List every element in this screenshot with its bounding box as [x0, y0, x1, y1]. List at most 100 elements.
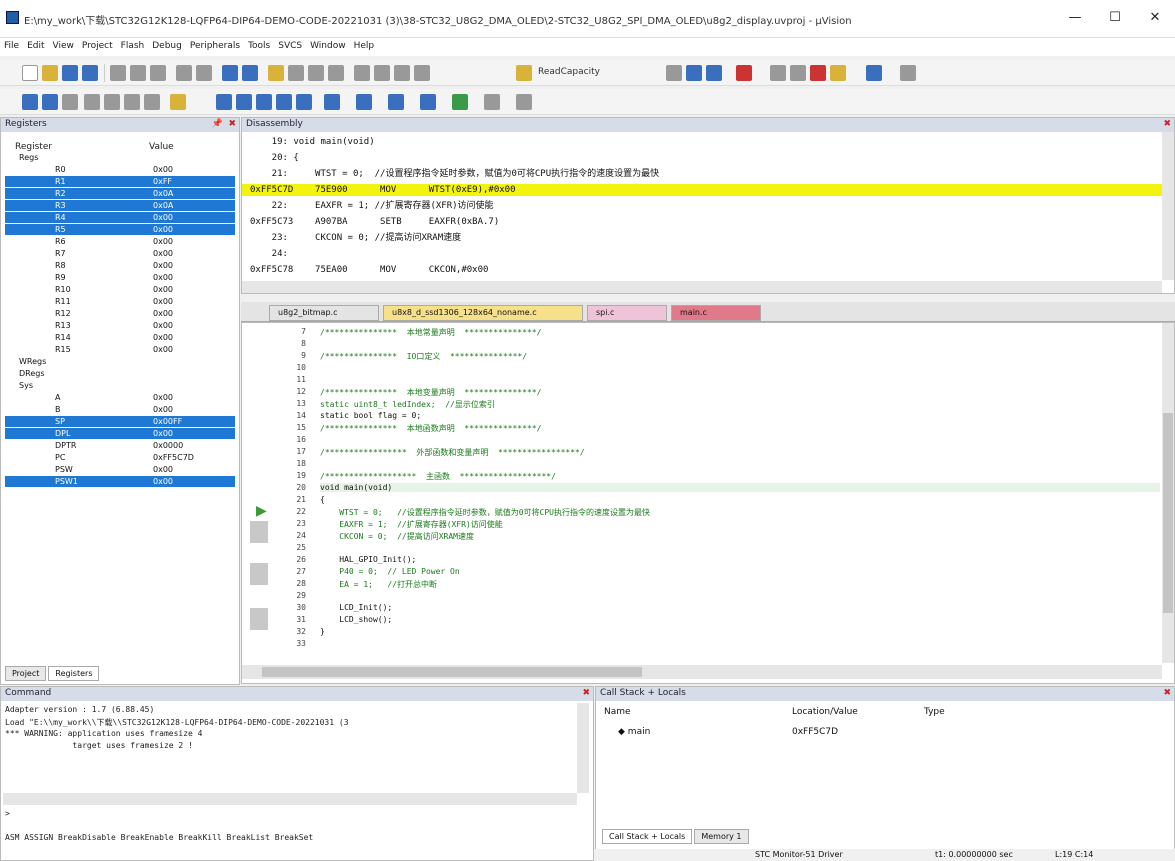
source-editor[interactable]: ▶ 7 /*************** 本地常量声明 *************… [241, 322, 1175, 684]
copy-icon[interactable] [130, 65, 146, 81]
register-row[interactable]: DPTR 0x0000 [5, 440, 235, 451]
expand-icon[interactable]: ◆ [618, 727, 628, 737]
register-row[interactable]: R0 0x00 [5, 164, 235, 175]
settings-icon[interactable] [900, 65, 916, 81]
enable-breakpoint-icon[interactable] [790, 65, 806, 81]
register-value[interactable]: 0x00 [153, 332, 173, 343]
register-value[interactable]: 0x0A [153, 200, 173, 211]
show-next-statement-icon[interactable] [170, 94, 186, 110]
disassembly-line[interactable]: 19: void main(void) [242, 136, 1174, 148]
register-value[interactable]: 0x00 [153, 344, 173, 355]
nav-forward-icon[interactable] [242, 65, 258, 81]
register-row[interactable]: R8 0x00 [5, 260, 235, 271]
pin-icon[interactable]: 📌 [212, 119, 223, 129]
watch-window-icon[interactable] [324, 94, 340, 110]
insert-breakpoint-icon[interactable] [770, 65, 786, 81]
trace-window-icon[interactable] [452, 94, 468, 110]
register-row[interactable]: R14 0x00 [5, 332, 235, 343]
register-value[interactable]: 0x00 [153, 464, 173, 475]
menu-peripherals[interactable]: Peripherals [186, 38, 244, 54]
code-line[interactable]: /*************** 本地函数声明 ***************/ [320, 423, 541, 434]
register-row[interactable]: R13 0x00 [5, 320, 235, 331]
menu-file[interactable]: File [0, 38, 23, 54]
disassembly-window-icon[interactable] [236, 94, 252, 110]
clear-bookmarks-icon[interactable] [328, 65, 344, 81]
register-value[interactable]: 0x0A [153, 188, 173, 199]
tab-registers[interactable]: Registers [48, 666, 100, 681]
register-row[interactable]: R10 0x00 [5, 284, 235, 295]
menu-edit[interactable]: Edit [23, 38, 48, 54]
undo-icon[interactable] [176, 65, 192, 81]
stop-icon[interactable] [62, 94, 78, 110]
disassembly-line[interactable]: 22: EAXFR = 1; //扩展寄存器(XFR)访问使能 [242, 200, 1174, 212]
disassembly-line[interactable]: 21: WTST = 0; //设置程序指令延时参数，赋值为0可将CPU执行指令… [242, 168, 1174, 180]
code-line[interactable]: HAL_GPIO_Init(); [320, 555, 416, 564]
close-panel-icon[interactable]: ✖ [1163, 119, 1171, 129]
config-icon[interactable] [686, 65, 702, 81]
code-line[interactable]: LCD_show(); [320, 615, 392, 624]
code-line[interactable]: LCD_Init(); [320, 603, 392, 612]
unindent-icon[interactable] [374, 65, 390, 81]
tab-u8x8-ssd1306[interactable]: u8x8_d_ssd1306_128x64_noname.c [383, 305, 583, 321]
debug-window-icon[interactable] [666, 65, 682, 81]
name-column-header[interactable]: Name [604, 707, 631, 717]
current-instruction-line[interactable]: 0xFF5C7D 75E900 MOV WTST(0xE9),#0x00 [242, 184, 1174, 196]
code-line[interactable]: /*************** 本地常量声明 ***************/ [320, 327, 541, 338]
register-row[interactable]: R5 0x00 [5, 224, 235, 235]
register-value[interactable]: 0x00 [153, 320, 173, 331]
close-panel-icon[interactable]: ✖ [1163, 688, 1171, 698]
disassembly-line[interactable]: 20: { [242, 152, 1174, 164]
tab-call-stack-locals[interactable]: Call Stack + Locals Memory 1 [602, 829, 751, 844]
register-row[interactable]: PSW1 0x00 [5, 476, 235, 487]
code-line[interactable]: WTST = 0; //设置程序指令延时参数，赋值为0可将CPU执行指令的速度设… [320, 507, 650, 518]
register-row[interactable]: A 0x00 [5, 392, 235, 403]
menu-help[interactable]: Help [350, 38, 379, 54]
menu-svcs[interactable]: SVCS [274, 38, 306, 54]
call-stack-row[interactable]: ◆ main [618, 727, 650, 737]
menu-flash[interactable]: Flash [117, 38, 149, 54]
reset-icon[interactable] [22, 94, 38, 110]
code-line[interactable]: /******************* 主函数 ***************… [320, 471, 556, 482]
menu-debug[interactable]: Debug [148, 38, 186, 54]
memory-window-icon[interactable] [356, 94, 372, 110]
menu-view[interactable]: View [49, 38, 78, 54]
call-stack-window-icon[interactable] [296, 94, 312, 110]
code-line[interactable]: { [320, 495, 325, 504]
register-value[interactable]: 0x00 [153, 236, 173, 247]
register-value[interactable]: 0x00 [153, 212, 173, 223]
step-over-icon[interactable] [104, 94, 120, 110]
register-row[interactable]: DRegs [5, 368, 235, 379]
registers-window-icon[interactable] [276, 94, 292, 110]
register-row[interactable]: Sys [5, 380, 235, 391]
close-panel-icon[interactable]: ✖ [582, 688, 590, 698]
disassembly-line[interactable]: 0xFF5C78 75EA00 MOV CKCON,#0x00 [242, 264, 1174, 276]
register-value[interactable]: 0x00 [153, 296, 173, 307]
register-row[interactable]: PSW 0x00 [5, 464, 235, 475]
window-layout-icon[interactable] [866, 65, 882, 81]
value-column-header[interactable]: Value [149, 142, 174, 152]
command-hscrollbar[interactable] [3, 793, 577, 805]
register-value[interactable]: 0xFF5C7D [153, 452, 194, 463]
analysis-window-icon[interactable] [420, 94, 436, 110]
editor-vscrollbar[interactable] [1162, 323, 1174, 663]
symbols-window-icon[interactable] [256, 94, 272, 110]
register-row[interactable]: R2 0x0A [5, 188, 235, 199]
wrench-icon[interactable] [706, 65, 722, 81]
menu-project[interactable]: Project [78, 38, 117, 54]
code-line[interactable]: static uint8_t ledIndex; //显示位索引 [320, 399, 495, 410]
tab-project[interactable]: Project [5, 666, 47, 681]
readcapacity-combo[interactable]: ReadCapacity [538, 67, 600, 77]
tab-main[interactable]: main.c [671, 305, 761, 321]
disassembly-line[interactable]: 24: [242, 248, 1174, 260]
register-value[interactable]: 0x00 [153, 404, 173, 415]
save-icon[interactable] [62, 65, 78, 81]
editor-gutter[interactable]: ▶ [242, 323, 282, 663]
serial-window-icon[interactable] [388, 94, 404, 110]
editor-hscrollbar[interactable] [242, 665, 1162, 679]
command-window-icon[interactable] [216, 94, 232, 110]
step-out-icon[interactable] [124, 94, 140, 110]
run-icon[interactable] [42, 94, 58, 110]
command-vscrollbar[interactable] [577, 703, 589, 793]
tab-spi[interactable]: spi.c [587, 305, 667, 321]
code-line[interactable]: P40 = 0; // LED Power On [320, 567, 459, 576]
